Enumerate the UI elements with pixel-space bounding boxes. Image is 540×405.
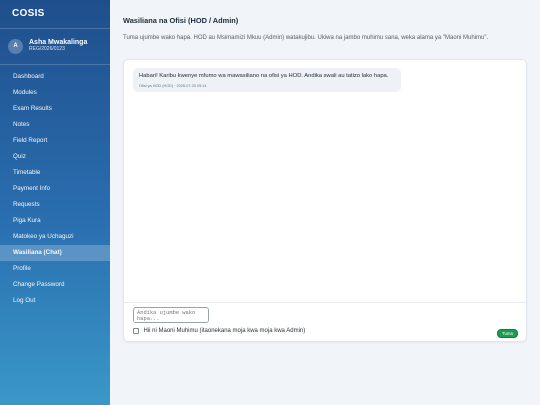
brand-title: COSIS xyxy=(12,8,45,19)
sidebar-item-chat[interactable]: Wasiliana (Chat) xyxy=(0,245,110,261)
compose-area: Hii ni Maoni Muhimu (itaonekana moja kwa… xyxy=(124,303,526,343)
main-content: Wasiliana na Ofisi (HOD / Admin) Tuma uj… xyxy=(110,0,540,405)
user-profile: A Asha Mwakalinga REG/2026/0123 xyxy=(0,31,110,61)
page-description: Tuma ujumbe wako hapa. HOD au Msimamizi … xyxy=(123,35,489,41)
message-bubble: Habari! Karibu kwenye mfumo wa mawasilia… xyxy=(133,68,401,92)
message-meta: Ofisi ya HOD (HOD) · 2026-07-20 09:14 xyxy=(139,83,207,88)
user-reg-number: REG/2026/0123 xyxy=(29,46,65,53)
sidebar-item-field-report[interactable]: Field Report xyxy=(0,133,110,149)
message-input[interactable] xyxy=(133,307,209,323)
send-button[interactable]: Tuma xyxy=(497,329,518,338)
important-checkbox[interactable] xyxy=(133,328,139,334)
message-text: Habari! Karibu kwenye mfumo wa mawasilia… xyxy=(139,73,389,79)
chat-card: Habari! Karibu kwenye mfumo wa mawasilia… xyxy=(123,59,527,342)
sidebar-item-piga-kura[interactable]: Piga Kura xyxy=(0,213,110,229)
divider xyxy=(0,28,110,29)
sidebar-item-requests[interactable]: Requests xyxy=(0,197,110,213)
page-title: Wasiliana na Ofisi (HOD / Admin) xyxy=(123,16,239,25)
important-option[interactable]: Hii ni Maoni Muhimu (itaonekana moja kwa… xyxy=(133,328,305,334)
sidebar-item-logout[interactable]: Log Out xyxy=(0,293,110,309)
sidebar-item-modules[interactable]: Modules xyxy=(0,85,110,101)
sidebar-item-matokeo[interactable]: Matokeo ya Uchaguzi xyxy=(0,229,110,245)
sidebar-menu: Dashboard Modules Exam Results Notes Fie… xyxy=(0,69,110,309)
sidebar-item-profile[interactable]: Profile xyxy=(0,261,110,277)
important-label: Hii ni Maoni Muhimu (itaonekana moja kwa… xyxy=(143,328,306,334)
avatar: A xyxy=(8,38,23,54)
divider xyxy=(0,64,110,65)
message-list[interactable]: Habari! Karibu kwenye mfumo wa mawasilia… xyxy=(124,60,526,303)
sidebar-item-change-password[interactable]: Change Password xyxy=(0,277,110,293)
sidebar-item-notes[interactable]: Notes xyxy=(0,117,110,133)
sidebar-item-payment-info[interactable]: Payment Info xyxy=(0,181,110,197)
sidebar-item-timetable[interactable]: Timetable xyxy=(0,165,110,181)
sidebar-item-exam-results[interactable]: Exam Results xyxy=(0,101,110,117)
sidebar-item-dashboard[interactable]: Dashboard xyxy=(0,69,110,85)
sidebar-item-quiz[interactable]: Quiz xyxy=(0,149,110,165)
sidebar: COSIS A Asha Mwakalinga REG/2026/0123 Da… xyxy=(0,0,110,405)
